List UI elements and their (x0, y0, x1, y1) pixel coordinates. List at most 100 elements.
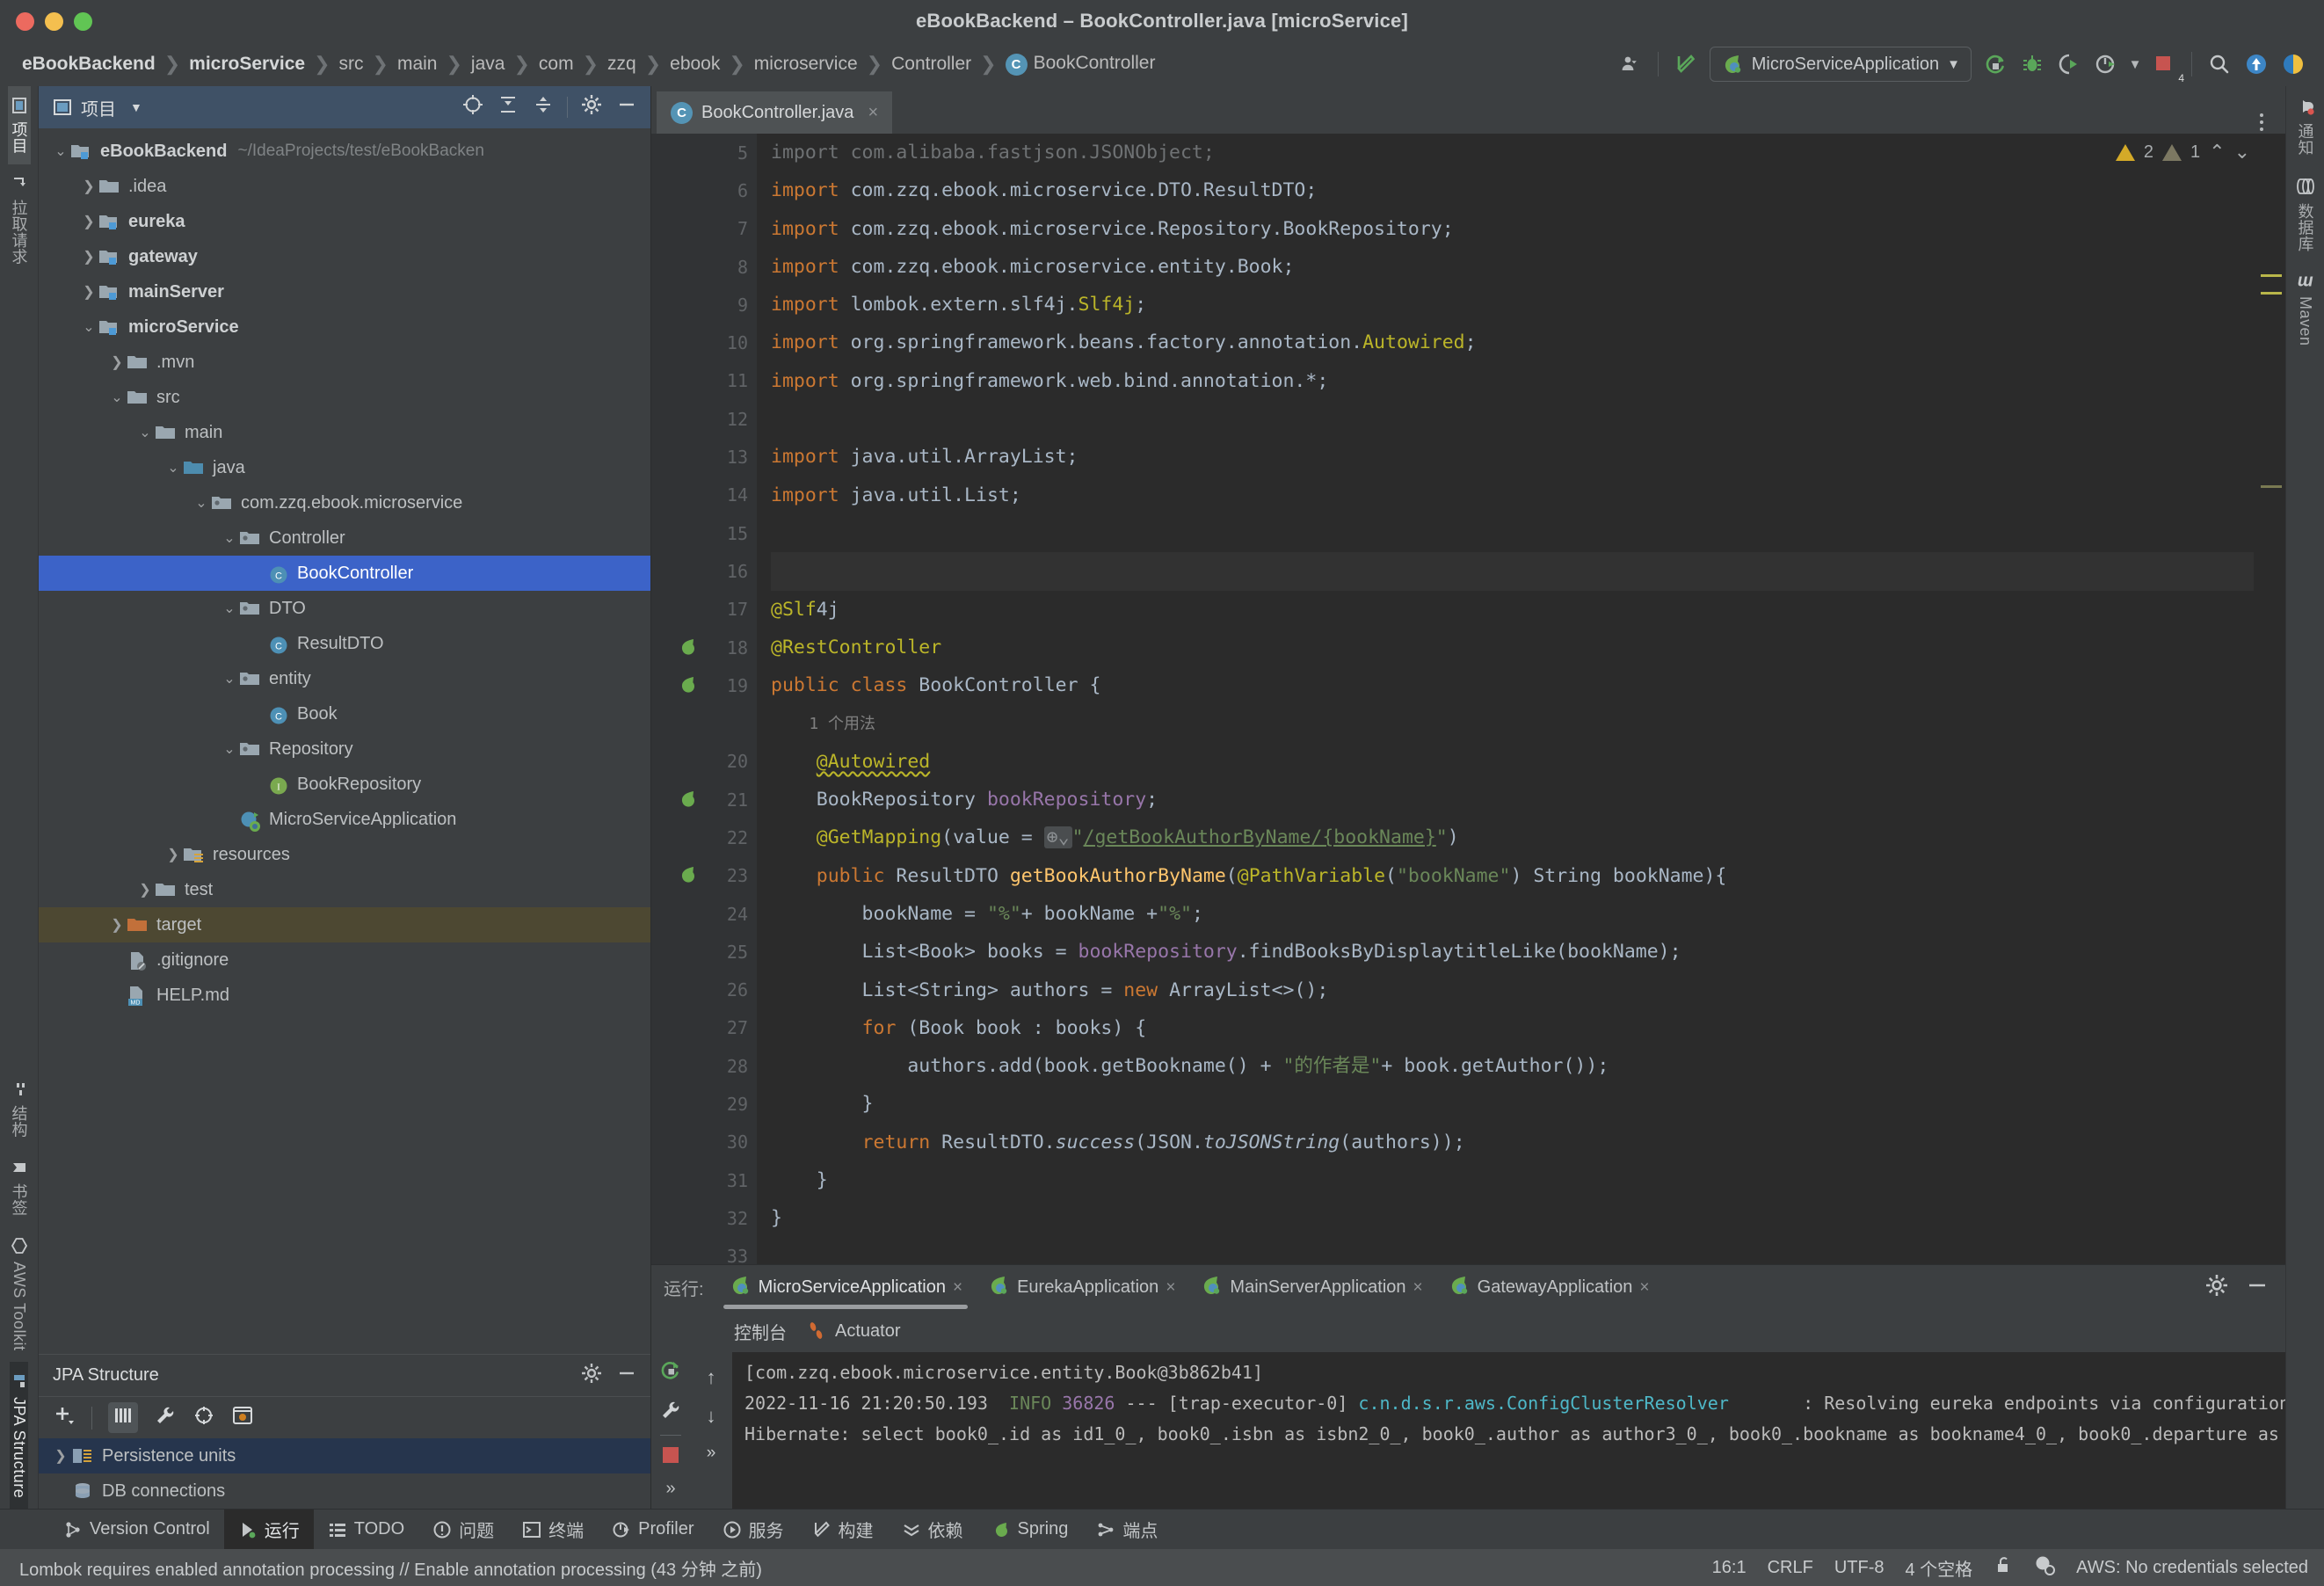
next-problem-icon[interactable]: ⌄ (2234, 141, 2250, 164)
debug-icon[interactable] (2014, 47, 2051, 82)
gear-icon[interactable] (580, 1362, 603, 1390)
run-tab-eurekaapplication[interactable]: EurekaApplication × (975, 1265, 1187, 1311)
caret-position[interactable]: 16:1 (1712, 1558, 1747, 1578)
chevron-down-icon[interactable]: ⌄ (192, 494, 211, 512)
run-icon[interactable] (1977, 47, 2014, 82)
tree-node-help-md[interactable]: MD HELP.md (39, 978, 650, 1013)
window-traffic-lights[interactable] (0, 11, 92, 31)
rerun-icon[interactable] (658, 1357, 683, 1386)
tree-node-book[interactable]: C Book (39, 696, 650, 731)
code-line[interactable]: for (Book book : books) { (771, 1009, 2254, 1047)
hide-icon[interactable] (2245, 1273, 2270, 1302)
code-line[interactable]: public class BookController { (771, 666, 2254, 704)
bottom-tab-problems[interactable]: 问题 (418, 1510, 508, 1550)
code-line[interactable]: List<Book> books = bookRepository.findBo… (771, 933, 2254, 971)
code-line[interactable]: import lombok.extern.slf4j.Slf4j; (771, 286, 2254, 324)
gutter-line[interactable]: 28 (651, 1047, 757, 1085)
bean-gutter-icon[interactable] (676, 789, 699, 811)
chevron-down-icon[interactable]: ⌄ (107, 389, 127, 406)
code-line[interactable]: import org.springframework.beans.factory… (771, 324, 2254, 361)
code-line[interactable]: import com.alibaba.fastjson.JSONObject; (771, 134, 2254, 171)
update-project-icon[interactable] (2238, 47, 2275, 82)
tree-node-microserviceapplication[interactable]: MicroServiceApplication (39, 802, 650, 837)
breadcrumb-item-microservice[interactable]: microservice (752, 54, 861, 75)
tree-node-dto[interactable]: ⌄ DTO (39, 591, 650, 626)
code-line[interactable]: } (771, 1161, 2254, 1199)
breadcrumb-item-main[interactable]: main (395, 54, 440, 75)
gutter-line[interactable]: 20 (651, 743, 757, 781)
aws-credentials-status[interactable]: AWS: No credentials selected (2076, 1558, 2308, 1578)
sidebar-item-structure[interactable]: 结构 (8, 1070, 31, 1148)
gutter-line[interactable]: 23 (651, 857, 757, 895)
gutter-line[interactable]: 16 (651, 552, 757, 590)
gutter-line[interactable]: 15 (651, 514, 757, 552)
status-message[interactable]: Lombok requires enabled annotation proce… (19, 1555, 762, 1581)
tree-node-src[interactable]: ⌄ src (39, 380, 650, 415)
gutter-line[interactable]: 19 (651, 666, 757, 704)
chevron-right-icon[interactable]: ❯ (107, 353, 127, 371)
sidebar-item-maven[interactable]: m Maven (2295, 263, 2315, 357)
spring-gutter-icon[interactable] (676, 864, 699, 887)
file-encoding[interactable]: UTF-8 (1834, 1558, 1885, 1578)
code-line[interactable] (771, 514, 2254, 552)
hide-icon[interactable] (615, 93, 638, 121)
weak-warning-marker[interactable] (2261, 485, 2282, 488)
sidebar-item-bookmarks[interactable]: 书签 (8, 1148, 31, 1226)
bottom-tool-bar[interactable]: Version Control 运行 TODO 问题 终端 Profiler 服务 构建 依赖 S… (0, 1509, 2324, 1550)
chevron-down-icon[interactable]: ⌄ (220, 740, 239, 758)
chevron-right-icon[interactable]: ❯ (163, 846, 183, 863)
unlocked-icon[interactable] (1994, 1555, 2013, 1580)
gutter-line[interactable]: 30 (651, 1124, 757, 1161)
tree-node-repository[interactable]: ⌄ Repository (39, 731, 650, 767)
locate-icon[interactable] (192, 1404, 215, 1431)
tree-node-mainserver[interactable]: ❯ mainServer (39, 274, 650, 309)
code-line[interactable]: public ResultDTO getBookAuthorByName(@Pa… (771, 857, 2254, 895)
jpa-tree[interactable]: ❯ Persistence units DB connections (39, 1438, 650, 1509)
chevron-down-icon[interactable]: ▼ (2124, 47, 2146, 82)
code-line[interactable]: authors.add(book.getBookname() + "的作者是"+… (771, 1047, 2254, 1085)
stop-button[interactable]: 4 (2146, 47, 2184, 84)
gutter-line[interactable]: 7 (651, 210, 757, 248)
gutter-line[interactable]: 24 (651, 895, 757, 933)
breadcrumb-item-src[interactable]: src (337, 54, 367, 75)
chevron-down-icon[interactable]: ⌄ (220, 529, 239, 547)
run-tab-mainserverapplication[interactable]: MainServerApplication × (1187, 1265, 1434, 1311)
bottom-tab-endpoints[interactable]: 端点 (1082, 1510, 1172, 1550)
run-tab-microserviceapplication[interactable]: MicroServiceApplication × (716, 1265, 976, 1311)
chevron-down-icon[interactable]: ▼ (1947, 57, 1960, 72)
jpa-row-persistence-units[interactable]: ❯ Persistence units (39, 1438, 650, 1473)
breadcrumb-item-microservice[interactable]: microService (186, 54, 308, 75)
project-tree[interactable]: ⌄ eBookBackend ~/IdeaProjects/test/eBookBa… (39, 128, 650, 1354)
bottom-tab-dependencies[interactable]: 依赖 (888, 1510, 977, 1550)
gutter-line[interactable]: 27 (651, 1009, 757, 1047)
gutter-line[interactable]: 11 (651, 362, 757, 400)
tree-node-main[interactable]: ⌄ main (39, 415, 650, 450)
console-output[interactable]: » ↑ ↓ » [com.zzq.ebook.microservice.enti… (651, 1352, 2285, 1509)
code-line[interactable]: import java.util.List; (771, 477, 2254, 514)
gutter-line[interactable]: 22 (651, 818, 757, 856)
tree-node-controller[interactable]: ⌄ Controller (39, 520, 650, 556)
breadcrumb-item-zzq[interactable]: zzq (605, 54, 639, 75)
code-line[interactable]: @Autowired (771, 743, 2254, 781)
sub-tab-actuator[interactable]: Actuator (806, 1320, 900, 1342)
collapse-all-icon[interactable] (532, 93, 555, 121)
chevron-down-icon[interactable]: ▼ (130, 100, 142, 114)
build-hammer-icon[interactable] (1667, 47, 1704, 82)
tree-node-eureka[interactable]: ❯ eureka (39, 204, 650, 239)
line-separator[interactable]: CRLF (1768, 1558, 1813, 1578)
tree-node-resultdto[interactable]: C ResultDTO (39, 626, 650, 661)
gutter-line[interactable]: 29 (651, 1085, 757, 1123)
inspection-widget[interactable]: 2 1 ⌃ ⌄ (2115, 141, 2250, 164)
code-line[interactable]: @RestController (771, 629, 2254, 666)
gutter-line[interactable] (651, 704, 757, 742)
code-line[interactable]: @GetMapping(value = ⊕⌄ "/getBookAuthorByN… (771, 818, 2254, 856)
tree-node-bookcontroller[interactable]: C BookController (39, 556, 650, 591)
stop-icon[interactable] (660, 1444, 681, 1470)
breadcrumb-item-bookcontroller[interactable]: C BookController (1003, 53, 1158, 76)
tree-node--gitignore[interactable]: .gitignore (39, 942, 650, 978)
inspection-level-icon[interactable] (2034, 1554, 2056, 1581)
tree-node-resources[interactable]: ❯ resources (39, 837, 650, 872)
editor-marker-strip[interactable] (2254, 134, 2285, 1264)
code-line[interactable]: import com.zzq.ebook.microservice.DTO.Re… (771, 171, 2254, 209)
bottom-tab-profiler[interactable]: Profiler (598, 1510, 708, 1550)
